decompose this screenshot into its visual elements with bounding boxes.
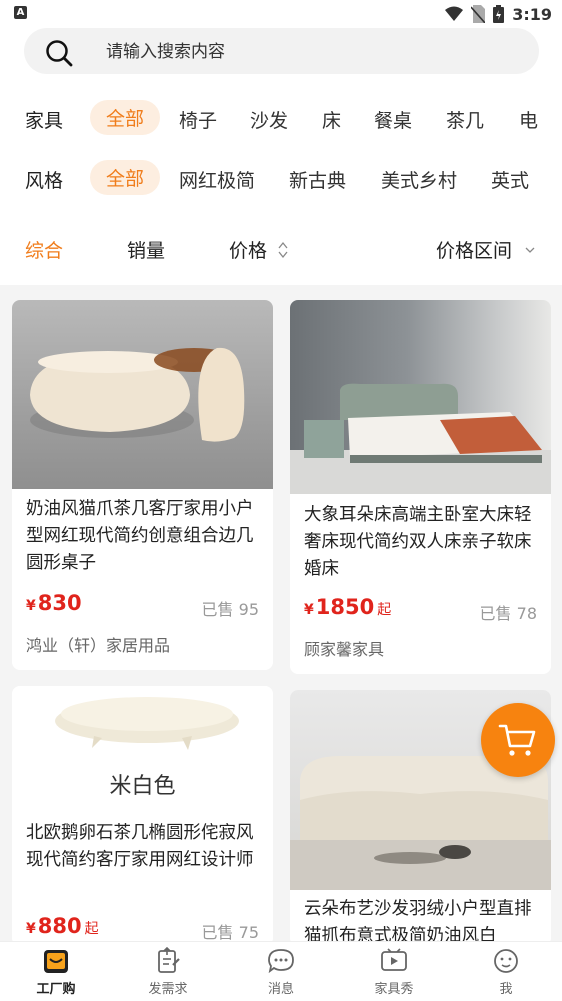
style-filter-label: 风格 (25, 170, 64, 192)
status-indicator: A (14, 6, 27, 19)
pebble-table-illustration (55, 697, 239, 750)
tab-label: 消息 (267, 982, 294, 997)
sold-count: 已售 75 (201, 923, 259, 942)
product-price: ¥830 (26, 591, 85, 615)
chevron-down-icon (525, 247, 535, 253)
status-time: 3:19 (512, 4, 552, 24)
style-chip-american-country[interactable]: 美式乡村 (381, 166, 457, 193)
image-caption: 米白色 (109, 774, 176, 799)
sort-price-label: 价格 (229, 240, 268, 262)
sold-count: 已售 95 (201, 600, 259, 619)
furniture-chip-sofa[interactable]: 沙发 (250, 106, 288, 133)
product-price: ¥880 起 (26, 914, 99, 938)
tab-label: 工厂购 (36, 982, 76, 997)
cart-button[interactable] (481, 703, 555, 777)
status-icons: 3:19 (445, 4, 552, 24)
bottom-tab-bar: 工厂购 发需求 消息 家具秀 我 (0, 941, 562, 1001)
post-request-icon (158, 947, 180, 973)
tab-messages[interactable]: 消息 (241, 942, 321, 1001)
product-price: ¥1850 起 (304, 595, 391, 619)
bed-illustration (290, 383, 551, 494)
profile-icon (494, 949, 518, 973)
furniture-chip-chair[interactable]: 椅子 (179, 106, 217, 133)
price-value: 1850 (315, 595, 375, 619)
price-suffix: 起 (377, 602, 392, 618)
no-sim-icon (471, 5, 486, 23)
price-value: 830 (37, 591, 82, 615)
style-chip-minimal[interactable]: 网红极简 (179, 166, 255, 193)
style-filter-row: 风格 全部 网红极简 新古典 美式乡村 英式 (0, 158, 562, 198)
price-currency: ¥ (26, 598, 36, 614)
message-icon (268, 949, 294, 974)
style-chip-neoclassic[interactable]: 新古典 (289, 166, 346, 193)
product-title: 奶油风猫爪茶几客厅家用小户型网红现代简约创意组合边几圆形桌子 (26, 499, 254, 573)
battery-icon (493, 5, 505, 23)
product-image (290, 300, 551, 494)
furniture-chip-all[interactable]: 全部 (90, 100, 161, 135)
product-title: 北欧鹅卵石茶几椭圆形侘寂风现代简约客厅家用网红设计师 (26, 823, 254, 870)
furniture-chip-dining-table[interactable]: 餐桌 (374, 106, 412, 133)
search-bar[interactable] (24, 28, 539, 74)
video-icon (381, 948, 407, 971)
tab-label: 发需求 (148, 982, 188, 997)
cart-icon (498, 724, 536, 756)
price-suffix: 起 (84, 921, 99, 937)
furniture-filter-label: 家具 (25, 110, 64, 132)
product-image: 米白色 (12, 686, 273, 814)
wifi-icon (445, 6, 464, 21)
product-title: 大象耳朵床高端主卧室大床轻奢床现代简约双人床亲子软床婚床 (304, 505, 532, 579)
header-area: A 3:19 家具 全部 椅子 沙发 床 餐桌 茶几 电 风格 全部 网红极简 … (0, 0, 562, 285)
furniture-chip-tea-table[interactable]: 茶几 (446, 106, 484, 133)
furniture-chip-bed[interactable]: 床 (322, 106, 341, 133)
shop-name[interactable]: 鸿业（轩）家居用品 (26, 632, 170, 656)
style-chip-all[interactable]: 全部 (90, 160, 161, 195)
tab-furniture-show[interactable]: 家具秀 (354, 942, 434, 1001)
product-image (12, 300, 273, 489)
sort-arrows-icon (278, 241, 288, 259)
sort-comprehensive[interactable]: 综合 (25, 236, 63, 263)
tab-label: 我 (499, 982, 513, 997)
sort-price[interactable]: 价格 (229, 236, 289, 263)
search-icon (46, 40, 73, 67)
tab-post-request[interactable]: 发需求 (128, 942, 208, 1001)
furniture-filter-row: 家具 全部 椅子 沙发 床 餐桌 茶几 电 (0, 98, 562, 138)
price-currency: ¥ (26, 921, 36, 937)
coffee-table-illustration (30, 347, 245, 442)
tab-label: 家具秀 (374, 982, 414, 997)
shop-name[interactable]: 顾家馨家具 (304, 636, 384, 660)
tab-me[interactable]: 我 (466, 942, 546, 1001)
price-value: 880 (37, 914, 82, 938)
sort-price-range[interactable]: 价格区间 (436, 236, 536, 263)
product-card[interactable]: 大象耳朵床高端主卧室大床轻奢床现代简约双人床亲子软床婚床 ¥1850 起 已售 7… (290, 300, 551, 674)
product-title: 云朵布艺沙发羽绒小户型直排猫抓布意式极简奶油风白 (304, 899, 532, 946)
factory-bag-icon (44, 950, 68, 973)
sort-price-range-label: 价格区间 (436, 240, 513, 262)
tab-factory-buy[interactable]: 工厂购 (16, 942, 96, 1001)
product-card[interactable]: 奶油风猫爪茶几客厅家用小户型网红现代简约创意组合边几圆形桌子 ¥830 已售 9… (12, 300, 273, 670)
furniture-chip-more[interactable]: 电 (519, 106, 538, 133)
sort-sales[interactable]: 销量 (127, 236, 165, 263)
product-card[interactable]: 米白色 北欧鹅卵石茶几椭圆形侘寂风现代简约客厅家用网红设计师 ¥880 起 已售 … (12, 686, 273, 946)
price-currency: ¥ (304, 602, 314, 618)
search-input[interactable] (104, 36, 508, 68)
sold-count: 已售 78 (479, 604, 537, 623)
sort-bar: 综合 销量 价格 价格区间 (0, 226, 562, 272)
style-chip-british[interactable]: 英式 (491, 166, 529, 193)
status-bar: A 3:19 (0, 0, 562, 28)
